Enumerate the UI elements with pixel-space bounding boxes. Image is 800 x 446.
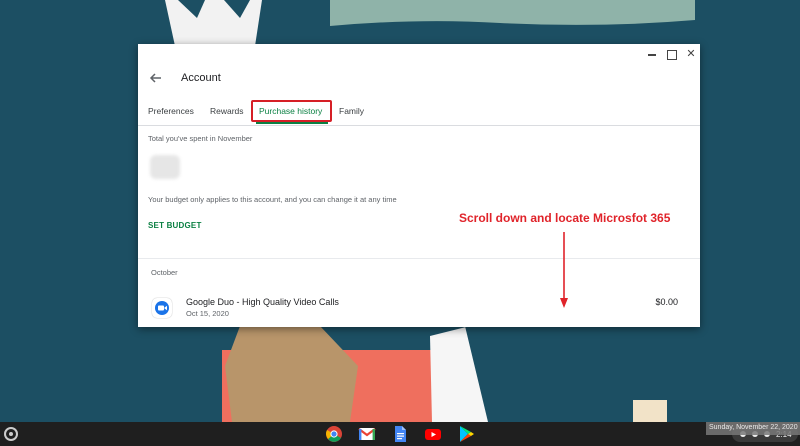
month-header: October [151,268,178,277]
wallpaper-top [0,0,800,46]
spent-label: Total you've spent in November [148,134,253,143]
purchase-price: $0.00 [655,297,678,307]
gmail-icon[interactable] [358,425,376,443]
tab-rewards[interactable]: Rewards [210,106,244,116]
tab-preferences[interactable]: Preferences [148,106,194,116]
blurred-amount [150,155,180,179]
play-store-icon[interactable] [457,425,475,443]
selected-tab-indicator [256,122,328,124]
budget-note: Your budget only applies to this account… [148,195,397,204]
tab-bar: Preferences Rewards Purchase history Fam… [138,100,700,126]
youtube-icon[interactable] [424,425,442,443]
close-icon[interactable]: ✕ [684,47,698,61]
purchase-row[interactable]: Google Duo - High Quality Video Calls Oc… [138,288,700,326]
maximize-icon[interactable] [664,47,678,61]
title-bar: ✕ [138,44,700,64]
header: Account [138,64,700,98]
date-tooltip: Sunday, November 22, 2020 [706,422,800,435]
wallpaper-bottom [0,326,800,422]
minimize-icon[interactable] [645,47,659,61]
section-divider [138,258,700,259]
down-arrow-icon [560,232,568,308]
tab-family[interactable]: Family [339,106,364,116]
annotation-text: Scroll down and locate Microsfot 365 [459,211,671,225]
app-name: Google Duo - High Quality Video Calls [186,297,339,307]
launcher-icon[interactable] [4,427,18,441]
purchase-date: Oct 15, 2020 [186,309,229,318]
page-title: Account [181,72,221,84]
back-arrow-icon[interactable] [148,70,164,86]
account-window: ✕ Account Preferences Rewards Purchase h… [138,44,700,327]
highlight-box [251,100,332,122]
set-budget-button[interactable]: SET BUDGET [148,221,202,230]
chrome-icon[interactable] [325,425,343,443]
google-duo-icon [152,298,172,318]
docs-icon[interactable] [391,425,409,443]
